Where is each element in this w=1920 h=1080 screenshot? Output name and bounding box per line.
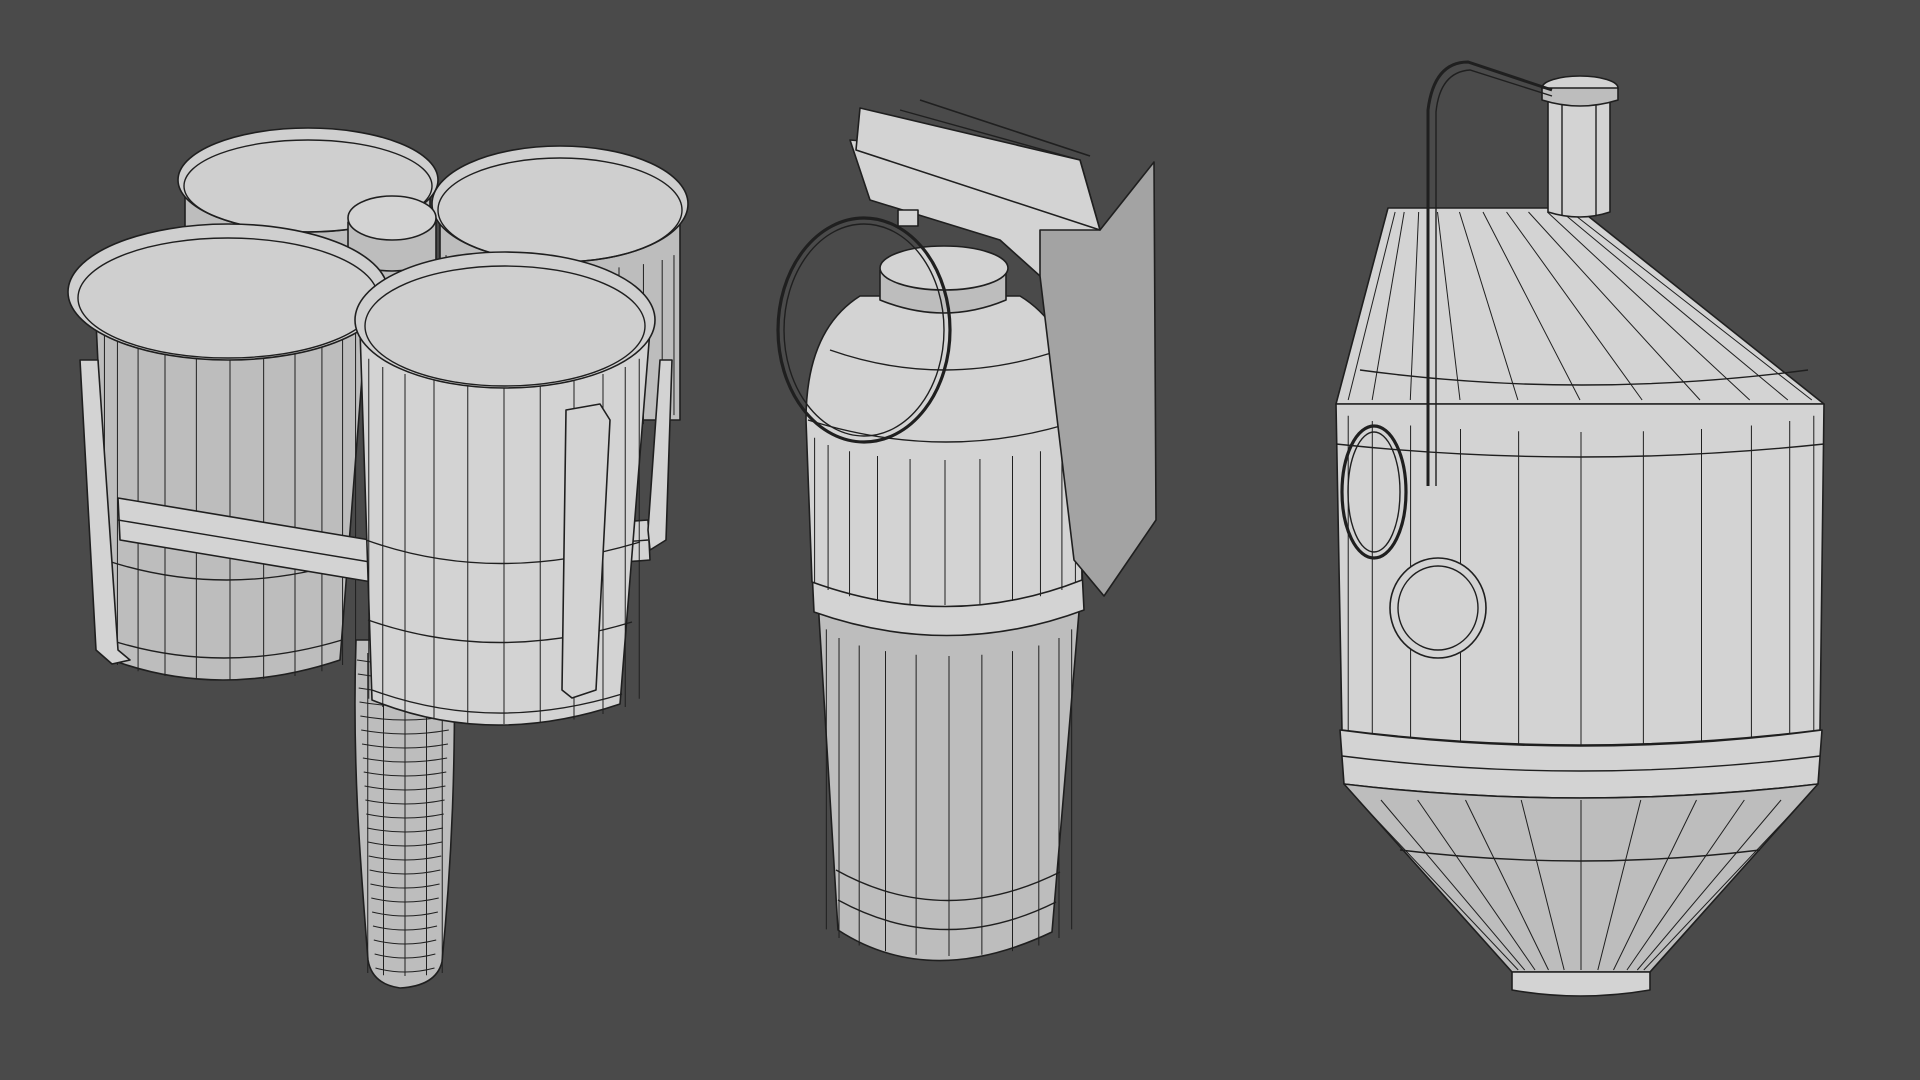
viewport-scene <box>0 0 1920 1080</box>
cylinder-front-left <box>67 223 389 681</box>
pin-disc <box>1389 557 1487 659</box>
cylinder-front-right <box>354 251 673 726</box>
neck <box>1541 75 1619 218</box>
3d-viewport[interactable] <box>0 0 1920 1080</box>
lower-body <box>811 569 1085 962</box>
